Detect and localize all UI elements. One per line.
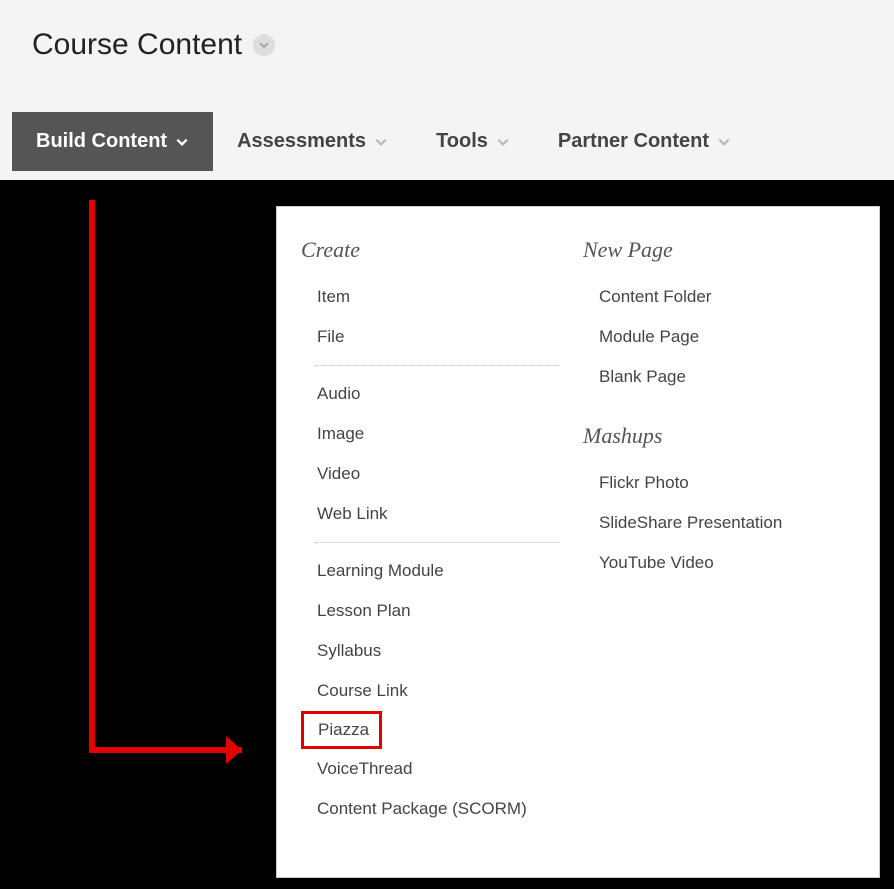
menu-item-piazza[interactable]: Piazza xyxy=(301,711,382,749)
chevron-down-icon xyxy=(717,135,731,149)
page-title-row: Course Content xyxy=(0,0,894,62)
menu-item-module-page[interactable]: Module Page xyxy=(583,317,855,357)
menu-item-web-link[interactable]: Web Link xyxy=(301,494,573,534)
tab-label: Partner Content xyxy=(558,130,709,153)
dropdown-column-right: New Page Content Folder Module Page Blan… xyxy=(583,231,855,847)
menu-item-content-package-scorm[interactable]: Content Package (SCORM) xyxy=(301,789,573,829)
chevron-down-icon xyxy=(496,135,510,149)
dropdown-column-left: Create Item File Audio Image Video Web L… xyxy=(301,231,573,847)
page-title: Course Content xyxy=(32,28,242,62)
section-heading-mashups: Mashups xyxy=(583,423,855,449)
menu-divider xyxy=(315,365,559,366)
tab-assessments[interactable]: Assessments xyxy=(213,112,412,171)
tab-build-content[interactable]: Build Content xyxy=(12,112,213,171)
menu-item-image[interactable]: Image xyxy=(301,414,573,454)
tab-partner-content[interactable]: Partner Content xyxy=(534,112,755,171)
chevron-down-icon xyxy=(374,135,388,149)
menu-item-video[interactable]: Video xyxy=(301,454,573,494)
menu-item-slideshare-presentation[interactable]: SlideShare Presentation xyxy=(583,503,855,543)
menu-item-learning-module[interactable]: Learning Module xyxy=(301,551,573,591)
tab-tools[interactable]: Tools xyxy=(412,112,534,171)
chevron-down-icon xyxy=(258,39,270,51)
section-heading-create: Create xyxy=(301,237,573,263)
menu-item-file[interactable]: File xyxy=(301,317,573,357)
tab-label: Tools xyxy=(436,130,488,153)
menu-item-syllabus[interactable]: Syllabus xyxy=(301,631,573,671)
menu-item-voicethread[interactable]: VoiceThread xyxy=(301,749,573,789)
annotation-arrow-icon xyxy=(84,196,274,776)
menu-item-audio[interactable]: Audio xyxy=(301,374,573,414)
tab-label: Build Content xyxy=(36,130,167,153)
content-toolbar: Build Content Assessments Tools Partner … xyxy=(12,112,755,171)
content-header-panel: Course Content Build Content Assessments… xyxy=(0,0,894,180)
menu-item-item[interactable]: Item xyxy=(301,277,573,317)
menu-item-lesson-plan[interactable]: Lesson Plan xyxy=(301,591,573,631)
menu-item-youtube-video[interactable]: YouTube Video xyxy=(583,543,855,583)
menu-item-course-link[interactable]: Course Link xyxy=(301,671,573,711)
chevron-down-icon xyxy=(175,135,189,149)
menu-item-flickr-photo[interactable]: Flickr Photo xyxy=(583,463,855,503)
page-title-context-menu[interactable] xyxy=(253,34,275,56)
menu-divider xyxy=(315,542,559,543)
menu-item-content-folder[interactable]: Content Folder xyxy=(583,277,855,317)
build-content-dropdown: Create Item File Audio Image Video Web L… xyxy=(276,206,880,878)
section-heading-new-page: New Page xyxy=(583,237,855,263)
tab-label: Assessments xyxy=(237,130,366,153)
menu-item-blank-page[interactable]: Blank Page xyxy=(583,357,855,397)
